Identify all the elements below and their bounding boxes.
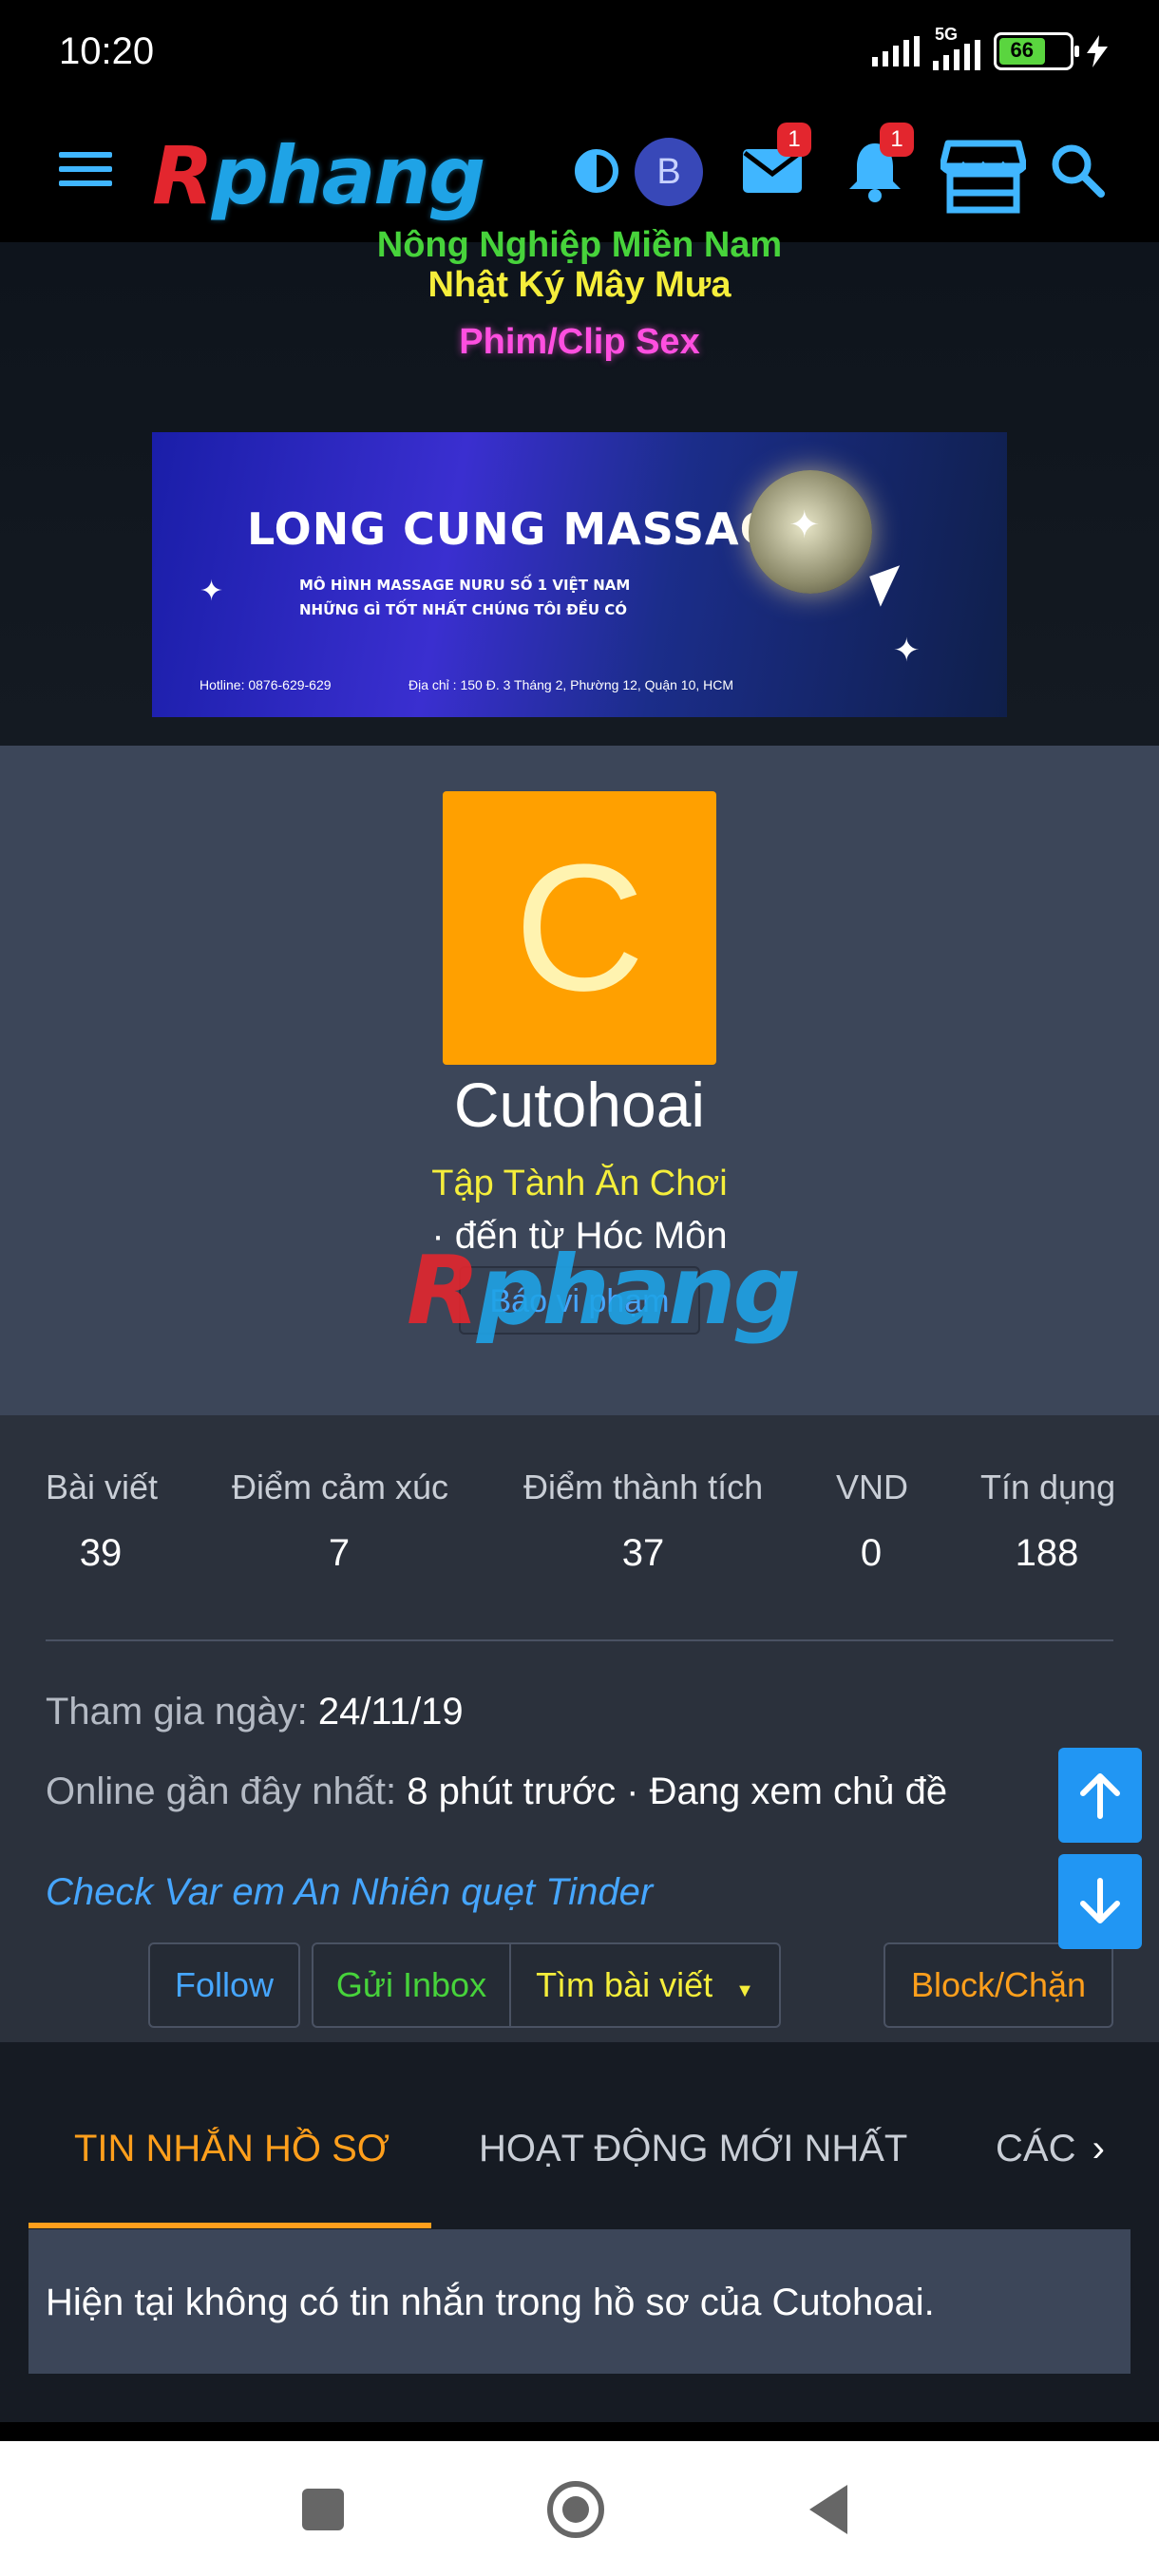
top-navbar: Rphang B 1 1: [0, 109, 1159, 242]
recents-icon[interactable]: [302, 2489, 344, 2530]
menu-item-nhat-ky[interactable]: Nhật Ký Mây Mưa: [0, 265, 1159, 306]
current-activity-link[interactable]: Check Var em An Nhiên quẹt Tinder: [46, 1871, 653, 1914]
status-time: 10:20: [59, 30, 155, 72]
back-icon[interactable]: [809, 2485, 847, 2534]
network-type: 5G: [935, 25, 959, 44]
banner-line-2: NHỮNG GÌ TỐT NHẤT CHÚNG TÔI ĐỀU CÓ: [299, 601, 628, 618]
tab-profile-posts[interactable]: TIN NHẮN HỒ SƠ: [74, 2128, 390, 2170]
search-icon: [1052, 144, 1105, 198]
stat-vnd: VND 0: [836, 1468, 909, 1574]
send-inbox-button[interactable]: Gửi Inbox: [312, 1942, 511, 2028]
status-bar: 10:20 5G 66: [0, 0, 1159, 109]
find-posts-label: Tìm bài viết: [536, 1965, 713, 2004]
alerts-badge: 1: [880, 123, 914, 157]
banner-line-1: MÔ HÌNH MASSAGE NURU SỐ 1 VIỆT NAM: [299, 577, 631, 594]
signal-icon: [872, 36, 920, 66]
empty-profile-posts: Hiện tại không có tin nhắn trong hồ sơ c…: [28, 2229, 1130, 2374]
report-button[interactable]: Báo vi phạm: [459, 1266, 700, 1335]
profile-username: Cutohoai: [453, 1070, 706, 1140]
banner-hotline: Hotline: 0876-629-629: [200, 677, 332, 692]
joined-info: Tham gia ngày: 24/11/19: [46, 1691, 464, 1733]
site-logo[interactable]: Rphang: [152, 128, 485, 223]
arrow-up-icon: [1080, 1773, 1120, 1819]
cursor-graphic: [869, 565, 911, 607]
chevron-right-icon: ›: [1092, 2128, 1105, 2169]
store-button[interactable]: [939, 138, 1028, 214]
stat-credit: Tín dụng 188: [980, 1468, 1116, 1574]
inbox-badge: 1: [777, 123, 811, 157]
follow-button[interactable]: Follow: [148, 1942, 300, 2028]
menu-item-phim[interactable]: Phim/Clip Sex: [0, 322, 1159, 363]
profile-user-title: Tập Tành Ăn Chơi: [431, 1164, 728, 1203]
banner-title: LONG CUNG MASSAGE: [247, 503, 808, 555]
profile-stats: Bài viết 39 Điểm cảm xúc 7 Điểm thành tích…: [0, 1415, 1159, 2042]
inbox-button[interactable]: 1: [739, 123, 811, 204]
search-button[interactable]: [1049, 138, 1106, 204]
home-icon[interactable]: [547, 2481, 604, 2538]
block-button[interactable]: Block/Chặn: [884, 1942, 1113, 2028]
arrow-down-icon: [1080, 1878, 1120, 1923]
ad-banner[interactable]: LONG CUNG MASSAGE MÔ HÌNH MASSAGE NURU S…: [152, 432, 1007, 717]
store-icon: [939, 140, 1028, 214]
tab-latest-activity[interactable]: HOẠT ĐỘNG MỚI NHẤT: [479, 2128, 907, 2170]
sparkle-icon: ✦: [788, 504, 821, 546]
sparkle-icon: ✦: [200, 576, 224, 607]
active-tab-indicator: [28, 2223, 431, 2228]
banner-address: Địa chỉ : 150 Đ. 3 Tháng 2, Phường 12, Q…: [408, 677, 734, 692]
charging-icon: [1087, 35, 1108, 67]
menu-item-nong-nghiep[interactable]: Nông Nghiệp Miền Nam: [0, 225, 1159, 266]
alerts-button[interactable]: 1: [842, 123, 914, 204]
empty-message-text: Hiện tại không có tin nhắn trong hồ sơ c…: [46, 2282, 935, 2323]
profile-location: · đến từ Hóc Môn: [431, 1215, 728, 1257]
account-avatar[interactable]: B: [635, 138, 703, 206]
scroll-top-button[interactable]: [1058, 1748, 1142, 1843]
sparkle-icon: ✦: [893, 633, 921, 669]
top-menu-section: Nông Nghiệp Miền Nam Nhật Ký Mây Mưa Phi…: [0, 225, 1159, 746]
stat-trophies: Điểm thành tích 37: [523, 1468, 764, 1574]
page-content: Nông Nghiệp Miền Nam Nhật Ký Mây Mưa Phi…: [0, 225, 1159, 2422]
system-nav-bar: [0, 2441, 1159, 2576]
tab-more[interactable]: CÁC ›: [996, 2128, 1105, 2170]
stat-reactions: Điểm cảm xúc 7: [232, 1468, 449, 1574]
caret-down-icon: ▼: [735, 1980, 754, 2001]
scroll-bottom-button[interactable]: [1058, 1854, 1142, 1949]
last-online-info: Online gần đây nhất: 8 phút trước · Đang…: [46, 1771, 948, 1812]
status-icons: 5G 66: [872, 25, 1108, 74]
stat-posts: Bài viết 39: [46, 1468, 159, 1574]
profile-tabs-section: TIN NHẮN HỒ SƠ HOẠT ĐỘNG MỚI NHẤT CÁC › …: [0, 2042, 1159, 2422]
signal-5g-icon: 5G: [933, 25, 980, 70]
stats-divider: [46, 1639, 1113, 1641]
tab-more-label: CÁC: [996, 2128, 1076, 2169]
theme-toggle-icon[interactable]: [575, 149, 618, 193]
battery-icon: 66: [994, 32, 1079, 70]
profile-avatar[interactable]: C: [443, 791, 716, 1065]
find-posts-button[interactable]: Tìm bài viết ▼: [511, 1942, 781, 2028]
battery-level: 66: [999, 38, 1045, 65]
profile-header: C Cutohoai Tập Tành Ăn Chơi · đến từ Hóc…: [0, 746, 1159, 1415]
menu-icon[interactable]: [59, 152, 112, 194]
